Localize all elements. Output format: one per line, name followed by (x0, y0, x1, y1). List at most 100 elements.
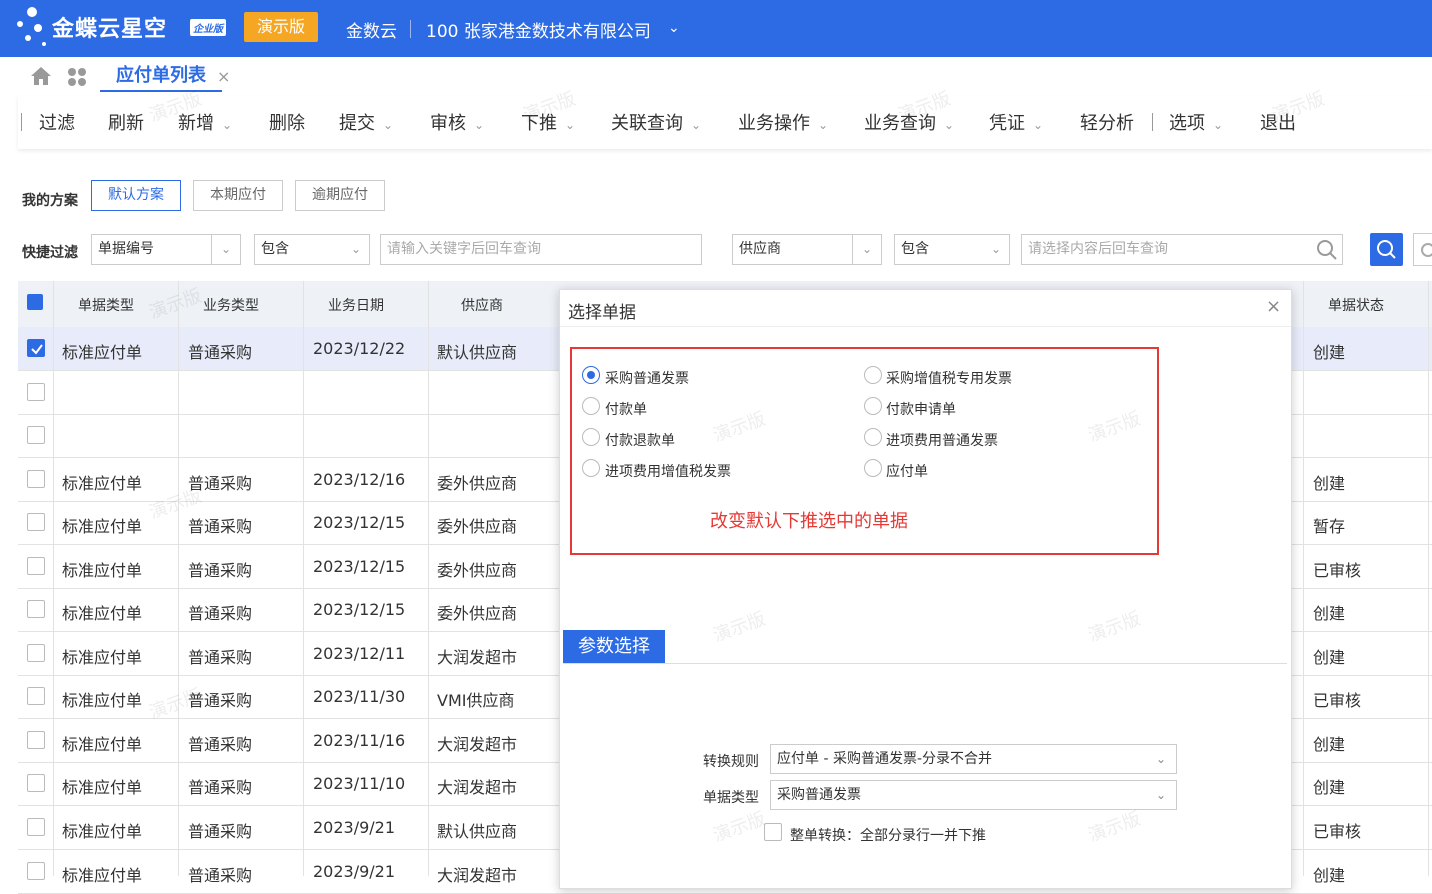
search-button[interactable] (1370, 233, 1403, 266)
option-label[interactable]: 采购增值税专用发票 (886, 368, 1012, 388)
filter-field-select[interactable]: 单据编号 ⌄ (91, 234, 241, 265)
logo-icon (17, 7, 46, 46)
row-checkbox[interactable] (27, 557, 45, 575)
tab-payable-list[interactable]: 应付单列表 (100, 62, 222, 92)
header-bill-status[interactable]: 单据状态 (1328, 295, 1384, 315)
radio-option[interactable] (864, 428, 882, 446)
row-checkbox[interactable] (27, 383, 45, 401)
option-label[interactable]: 付款申请单 (886, 399, 956, 419)
chevron-down-icon[interactable]: ⌄ (351, 235, 361, 264)
close-icon[interactable]: × (217, 67, 230, 86)
settings-button[interactable] (1413, 233, 1432, 266)
chevron-down-icon[interactable]: ⌄ (383, 118, 393, 132)
cell-bill-type: 标准应付单 (62, 343, 143, 362)
column-divider (178, 281, 179, 876)
keyword-search-input[interactable]: 请输入关键字后回车查询 (380, 234, 702, 265)
radio-option[interactable] (582, 459, 600, 477)
options-button[interactable]: 选项 ⌄ (1169, 109, 1223, 135)
related-query-button[interactable]: 关联查询 ⌄ (611, 109, 701, 135)
conversion-rule-select[interactable]: 应付单 - 采购普通发票-分录不合并 ⌄ (770, 744, 1177, 774)
header-bill-type[interactable]: 单据类型 (78, 295, 134, 315)
header-biz-type[interactable]: 业务类型 (203, 295, 259, 315)
tab-parameter-selection[interactable]: 参数选择 (563, 630, 665, 664)
chevron-down-icon[interactable]: ⌄ (1213, 118, 1223, 132)
header-supplier[interactable]: 供应商 (461, 295, 503, 315)
chevron-down-icon[interactable]: ⌄ (852, 235, 881, 264)
chevron-down-icon[interactable]: ⌄ (565, 118, 575, 132)
whole-conversion-label[interactable]: 整单转换：全部分录行一并下推 (790, 825, 986, 845)
row-checkbox[interactable] (27, 426, 45, 444)
filter-button[interactable]: 过滤 (39, 109, 75, 135)
company-selector[interactable]: 100 张家港金数技术有限公司 (426, 17, 651, 42)
row-checkbox[interactable] (27, 687, 45, 705)
cell-biz-type: 普通采购 (188, 778, 253, 797)
refresh-button[interactable]: 刷新 (108, 109, 144, 135)
chevron-down-icon[interactable]: ⌄ (1156, 745, 1166, 773)
radio-option[interactable] (582, 366, 600, 384)
option-label[interactable]: 进项费用普通发票 (886, 430, 998, 450)
option-label[interactable]: 采购普通发票 (605, 368, 689, 388)
cell-bill-type: 标准应付单 (62, 866, 143, 885)
header-biz-date[interactable]: 业务日期 (328, 295, 384, 315)
bill-type-select[interactable]: 采购普通发票 ⌄ (770, 780, 1177, 810)
select-all-checkbox[interactable] (27, 294, 43, 310)
radio-option[interactable] (864, 397, 882, 415)
option-label[interactable]: 进项费用增值税发票 (605, 461, 731, 481)
toolbar-divider (1152, 113, 1153, 131)
row-checkbox[interactable] (27, 818, 45, 836)
cell-biz-date: 2023/9/21 (313, 862, 396, 881)
supplier-search-input[interactable]: 请选择内容后回车查询 (1021, 234, 1343, 265)
row-checkbox[interactable] (27, 600, 45, 618)
submit-button[interactable]: 提交 ⌄ (339, 109, 393, 135)
cell-biz-date: 2023/9/21 (313, 818, 396, 837)
chevron-down-icon[interactable]: ⌄ (1156, 781, 1166, 809)
chevron-down-icon[interactable]: ⌄ (211, 235, 240, 264)
row-checkbox[interactable] (27, 862, 45, 880)
apps-grid-icon[interactable] (66, 66, 88, 88)
chevron-down-icon[interactable]: ⌄ (991, 235, 1001, 264)
chevron-down-icon[interactable]: ⌄ (474, 118, 484, 132)
row-checkbox[interactable] (27, 774, 45, 792)
row-checkbox[interactable] (27, 513, 45, 531)
close-icon[interactable]: × (1266, 296, 1281, 317)
supplier-operator-select[interactable]: 包含 ⌄ (894, 234, 1010, 265)
chevron-down-icon[interactable]: ⌄ (691, 118, 701, 132)
search-icon[interactable] (1316, 239, 1338, 261)
voucher-button[interactable]: 凭证 ⌄ (989, 109, 1043, 135)
row-checkbox[interactable] (27, 731, 45, 749)
demo-badge-button[interactable]: 演示版 (244, 12, 318, 42)
home-icon[interactable] (30, 66, 52, 86)
chevron-down-icon[interactable]: ⌄ (944, 118, 954, 132)
scheme-default-button[interactable]: 默认方案 (91, 180, 181, 211)
row-checkbox[interactable] (27, 644, 45, 662)
filter-field-value: 单据编号 (98, 241, 154, 257)
chevron-down-icon[interactable]: ⌄ (818, 118, 828, 132)
business-operation-button[interactable]: 业务操作 ⌄ (738, 109, 828, 135)
logo-text: 金蝶云星空 (52, 17, 168, 42)
cell-biz-type: 普通采购 (188, 648, 253, 667)
chevron-down-icon[interactable]: ⌄ (1033, 118, 1043, 132)
chevron-down-icon[interactable]: ⌄ (222, 118, 232, 132)
radio-option[interactable] (582, 397, 600, 415)
supplier-field-select[interactable]: 供应商 ⌄ (732, 234, 882, 265)
scheme-overdue-button[interactable]: 逾期应付 (295, 180, 385, 211)
audit-button[interactable]: 审核 ⌄ (430, 109, 484, 135)
chevron-down-icon[interactable]: ⌄ (668, 20, 680, 36)
column-divider (53, 281, 54, 876)
radio-option[interactable] (582, 428, 600, 446)
cloud-label[interactable]: 金数云 (346, 17, 397, 42)
radio-option[interactable] (864, 459, 882, 477)
delete-button[interactable]: 删除 (269, 109, 305, 135)
cell-bill-status: 已审核 (1313, 822, 1362, 841)
filter-operator-select[interactable]: 包含 ⌄ (254, 234, 370, 265)
row-checkbox[interactable] (27, 470, 45, 488)
option-label[interactable]: 付款退款单 (605, 430, 675, 450)
option-label[interactable]: 应付单 (886, 461, 928, 481)
cell-bill-status: 创建 (1313, 604, 1346, 623)
scheme-current-period-button[interactable]: 本期应付 (193, 180, 283, 211)
whole-conversion-checkbox[interactable] (764, 823, 782, 841)
option-label[interactable]: 付款单 (605, 399, 647, 419)
light-analysis-button[interactable]: 轻分析 (1080, 109, 1134, 135)
radio-option[interactable] (864, 366, 882, 384)
row-checkbox[interactable] (27, 339, 45, 357)
